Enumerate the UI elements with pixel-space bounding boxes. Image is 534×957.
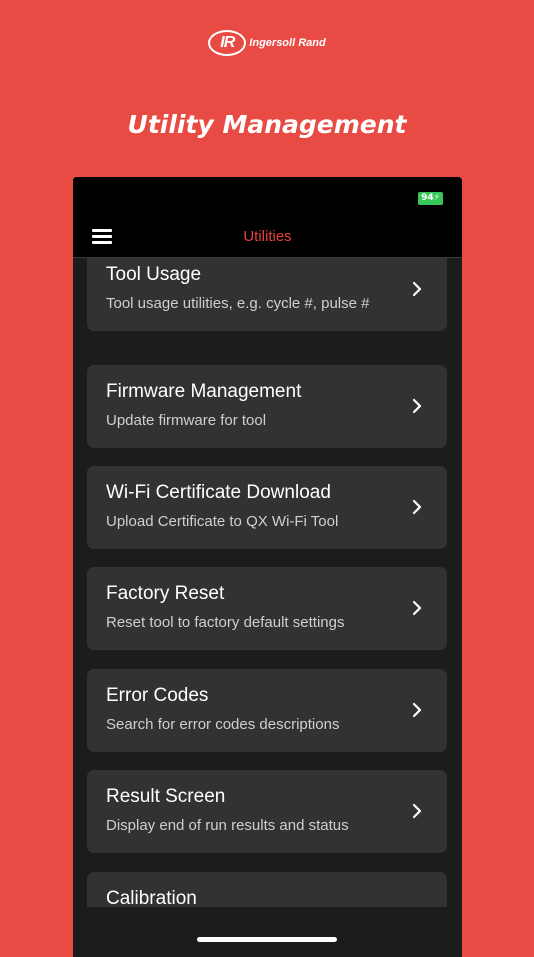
item-title: Factory Reset [106,583,225,604]
list-item-calibration[interactable]: Calibration [87,872,447,907]
chevron-right-icon [412,499,422,515]
brand-name: Ingersoll Rand [249,37,326,49]
list-item-factory-reset[interactable]: Factory Reset Reset tool to factory defa… [87,567,447,650]
screen-title: Utilities [243,228,292,245]
list-item-tool-usage[interactable]: Tool Usage Tool usage utilities, e.g. cy… [87,258,447,331]
battery-indicator: 94⚡ [418,192,443,205]
chevron-right-icon [412,600,422,616]
item-title: Error Codes [106,685,209,706]
ir-logo-mark: IR [208,30,247,56]
home-indicator[interactable] [197,937,337,942]
item-title: Tool Usage [106,264,202,285]
item-subtitle: Upload Certificate to QX Wi-Fi Tool [106,513,339,530]
utilities-list: Tool Usage Tool usage utilities, e.g. cy… [73,258,462,907]
brand-logo: IR Ingersoll Rand [0,30,534,56]
item-subtitle: Update firmware for tool [106,412,267,429]
item-title: Firmware Management [106,381,302,402]
list-item-firmware-management[interactable]: Firmware Management Update firmware for … [87,365,447,448]
item-subtitle: Reset tool to factory default settings [106,614,345,631]
chevron-right-icon [412,702,422,718]
page-headline: Utility Management [127,110,407,139]
item-title: Wi-Fi Certificate Download [106,482,331,503]
item-title: Calibration [106,888,197,907]
list-item-wifi-certificate-download[interactable]: Wi-Fi Certificate Download Upload Certif… [87,466,447,549]
list-item-error-codes[interactable]: Error Codes Search for error codes descr… [87,669,447,752]
chevron-right-icon [412,281,422,297]
app-header: 94⚡ Utilities [73,177,462,258]
chevron-right-icon [412,398,422,414]
item-title: Result Screen [106,786,226,807]
item-subtitle: Search for error codes descriptions [106,716,340,733]
item-subtitle: Tool usage utilities, e.g. cycle #, puls… [106,295,370,312]
chevron-right-icon [412,803,422,819]
item-subtitle: Display end of run results and status [106,817,349,834]
phone-screen: 94⚡ Utilities Tool Usage Tool usage util… [73,177,462,957]
battery-level: 94 [421,193,434,203]
list-item-result-screen[interactable]: Result Screen Display end of run results… [87,770,447,853]
